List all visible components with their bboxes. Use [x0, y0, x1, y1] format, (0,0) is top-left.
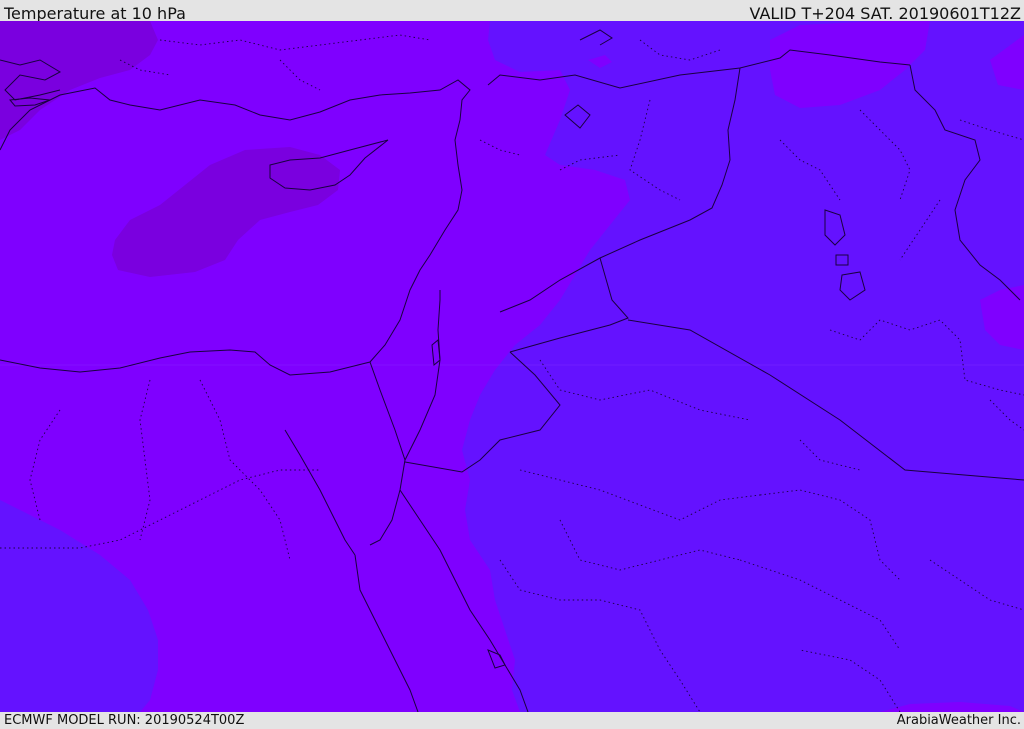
- temperature-map[interactable]: [0, 21, 1024, 712]
- header-bar: Temperature at 10 hPa VALID T+204 SAT. 2…: [0, 0, 1024, 23]
- model-run-label: ECMWF MODEL RUN: 20190524T00Z: [4, 713, 245, 728]
- credit-label: ArabiaWeather Inc.: [896, 713, 1021, 728]
- footer-bar: ECMWF MODEL RUN: 20190524T00Z ArabiaWeat…: [0, 712, 1024, 729]
